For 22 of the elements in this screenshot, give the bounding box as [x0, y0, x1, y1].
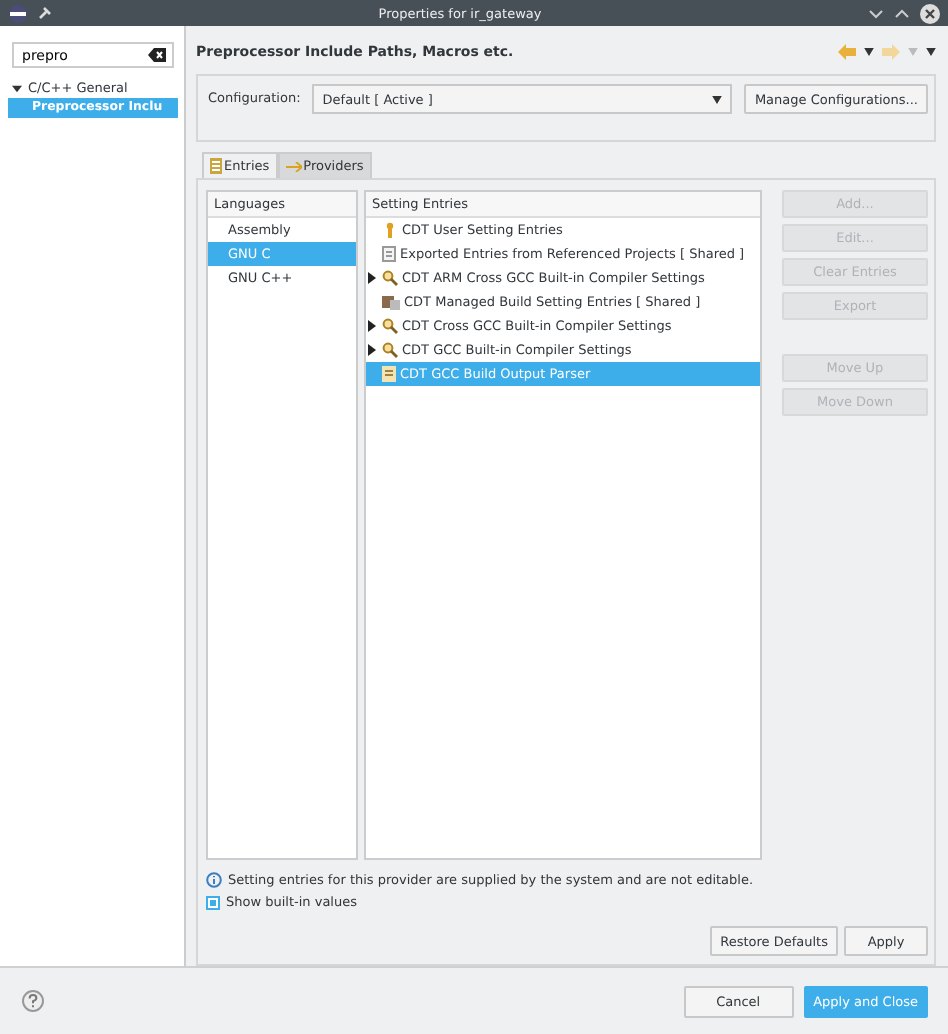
- build-icon: [382, 294, 400, 310]
- dropdown-icon[interactable]: [712, 95, 723, 103]
- document-icon: [382, 366, 396, 382]
- magnifier-icon: [382, 342, 398, 358]
- minimize-icon[interactable]: [868, 7, 884, 19]
- collapse-icon[interactable]: [12, 83, 22, 93]
- dropdown-icon[interactable]: [864, 48, 874, 56]
- pin-icon[interactable]: [38, 6, 52, 20]
- magnifier-icon: [382, 270, 398, 286]
- list-icon: [210, 158, 222, 174]
- arrow-icon: [285, 161, 302, 171]
- maximize-icon[interactable]: [894, 7, 910, 19]
- menu-icon[interactable]: [926, 48, 936, 56]
- document-icon: [382, 246, 396, 262]
- expand-icon[interactable]: [368, 272, 376, 284]
- info-icon: [206, 872, 222, 888]
- checkbox[interactable]: [206, 895, 220, 909]
- help-icon[interactable]: [22, 990, 44, 1012]
- close-icon[interactable]: [920, 3, 940, 23]
- clear-icon[interactable]: [148, 48, 166, 62]
- magnifier-icon: [382, 318, 398, 334]
- person-icon: [382, 222, 398, 238]
